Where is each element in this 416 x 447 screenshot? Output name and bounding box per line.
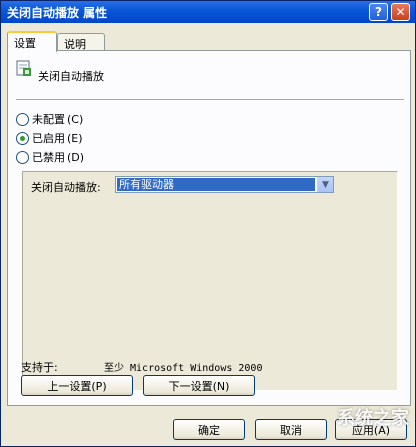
radio-label: 已禁用 [32,151,65,164]
policy-setting-icon [16,60,31,76]
radio-shortcut: (E) [67,131,83,145]
button-label: 上一设置(P) [47,379,107,393]
support-value: 至少 Microsoft Windows 2000 [104,363,263,374]
help-icon: ? [375,5,382,19]
help-button[interactable]: ? [369,3,388,21]
options-group: 关闭自动播放: 所有驱动器 ▼ [22,171,398,391]
radio-shortcut: (C) [67,112,84,126]
window-title: 关闭自动播放 属性 [7,5,108,20]
close-icon: ✕ [395,5,406,19]
tab-settings[interactable]: 设置 [7,31,57,52]
radio-label: 已启用 [32,132,65,145]
tab-settings-label: 设置 [14,37,36,50]
radio-enabled[interactable]: 已启用 (E) [16,130,83,146]
tab-explain[interactable]: 说明 [57,33,105,51]
button-label: 确定 [198,423,220,437]
watermark-logo: 系统之家 [271,391,413,443]
support-label: 支持于: [21,361,58,374]
radio-button[interactable] [16,112,29,126]
option-label: 关闭自动播放: [31,181,101,194]
title-bar[interactable]: 关闭自动播放 属性 ? ✕ [1,1,415,23]
select-value: 所有驱动器 [117,178,315,191]
radio-selected-dot [20,135,25,141]
properties-dialog: 关闭自动播放 属性 ? ✕ 设置 说明 关闭自动播放 未配置 (C) 已启用 (… [0,0,416,447]
ok-button[interactable]: 确定 [173,419,245,440]
button-label: 下一设置(N) [168,379,230,393]
chevron-down-icon[interactable]: ▼ [317,177,333,192]
radio-button[interactable] [16,131,29,145]
previous-setting-button[interactable]: 上一设置(P) [21,375,133,396]
settings-panel: 关闭自动播放 未配置 (C) 已启用 (E) 已禁用 (D) 关闭自动播放: 所… [7,50,411,406]
radio-label: 未配置 [32,113,65,126]
next-setting-button[interactable]: 下一设置(N) [143,375,255,396]
divider [16,99,404,101]
radio-disabled[interactable]: 已禁用 (D) [16,149,84,165]
radio-button[interactable] [16,150,29,164]
radio-shortcut: (D) [67,150,85,164]
close-button[interactable]: ✕ [391,3,410,21]
radio-not-configured[interactable]: 未配置 (C) [16,111,83,127]
watermark-text: 系统之家 [337,408,409,429]
drive-select[interactable]: 所有驱动器 ▼ [115,176,334,193]
policy-name: 关闭自动播放 [38,70,104,83]
